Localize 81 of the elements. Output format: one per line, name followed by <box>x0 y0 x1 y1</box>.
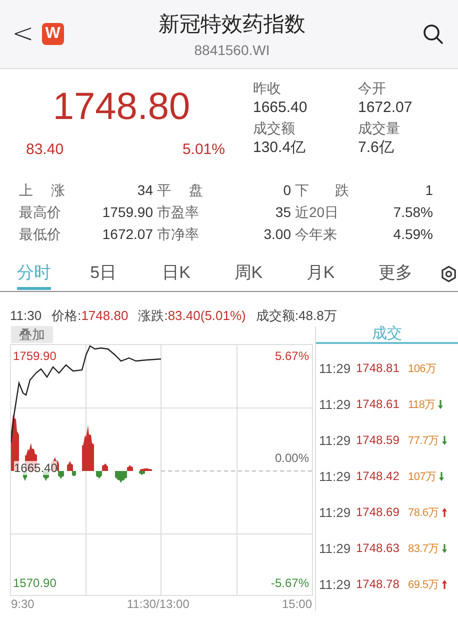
back-button[interactable]: < <box>12 19 34 49</box>
trade-price: 1748.63 <box>356 541 400 555</box>
axis-label: 1759.90 <box>13 349 56 363</box>
stat-label: 最高价 <box>19 203 62 221</box>
summary-label: 成交额 <box>253 119 296 138</box>
axis-label: -5.67% <box>270 576 309 590</box>
stat-value: 34 <box>136 181 154 199</box>
trade-price: 1748.59 <box>356 433 400 447</box>
current-price: 1748.80 <box>52 85 192 129</box>
trade-volume: 77.7万 <box>408 434 439 448</box>
chart-tab[interactable]: 月K <box>306 258 378 290</box>
axis-label: 5.67% <box>274 349 309 363</box>
percent-change: 5.01% <box>182 141 225 158</box>
down-arrow-icon <box>440 434 448 446</box>
stat-label: 上涨 <box>19 181 65 199</box>
stat-label: 市盈率 <box>157 203 200 221</box>
summary-value: 1672.07 <box>358 98 414 117</box>
index-code: 8841560.WI <box>194 42 270 58</box>
trade-volume: 78.6万 <box>408 506 439 520</box>
axis-label: 1570.90 <box>13 576 56 590</box>
overlay-button[interactable]: 叠加 <box>11 326 53 343</box>
trade-volume: 106万 <box>408 362 436 376</box>
time-label: 11:30 <box>10 308 42 324</box>
time-label: 9:30 <box>11 597 34 611</box>
axis-label: 1665.40 <box>14 461 58 475</box>
time-label: 11:30/13:00 <box>126 597 190 611</box>
summary-value: 1665.40 <box>253 98 308 117</box>
price-change: 83.40 <box>26 141 64 158</box>
chart-tab[interactable]: 更多 <box>378 258 450 290</box>
stat-value: 0 <box>282 181 292 199</box>
stat-label: 最低价 <box>19 225 62 243</box>
trade-volume: 83.7万 <box>408 542 439 556</box>
search-icon[interactable] <box>422 23 444 45</box>
stat-value: 1759.90 <box>101 203 154 221</box>
page-title: 新冠特效药指数 <box>158 12 306 38</box>
trade-time: 11:29 <box>319 360 352 376</box>
stat-label: 平盘 <box>157 181 203 199</box>
summary-label: 成交量 <box>358 119 401 138</box>
chart-tab[interactable]: 周K <box>234 258 306 290</box>
trade-time: 11:29 <box>319 396 352 412</box>
trade-price: 1748.78 <box>356 577 400 591</box>
down-arrow-icon <box>438 470 446 482</box>
app-logo: W <box>42 23 64 45</box>
trade-volume: 107万 <box>408 470 436 484</box>
stat-label: 近20日 <box>295 203 340 221</box>
summary-label: 昨收 <box>253 79 282 98</box>
trade-time: 11:29 <box>319 576 352 592</box>
trade-price: 1748.42 <box>356 469 400 483</box>
price-info: 价格:1748.80 <box>52 308 128 324</box>
amount-info: 成交额:48.8万 <box>256 308 337 324</box>
summary-value: 7.6亿 <box>358 138 395 157</box>
trade-time: 11:29 <box>319 468 352 484</box>
time-label: 15:00 <box>282 597 312 611</box>
stat-label: 市净率 <box>157 225 200 243</box>
up-arrow-icon <box>440 578 448 590</box>
trade-time: 11:29 <box>319 540 352 556</box>
change-info: 涨跌:83.40(5.01%) <box>138 308 246 324</box>
down-arrow-icon <box>440 542 448 554</box>
summary-value: 130.4亿 <box>253 138 307 157</box>
trade-time: 11:29 <box>319 432 352 448</box>
stat-value: 4.59% <box>392 225 434 243</box>
chart-tab[interactable]: 日K <box>162 258 234 290</box>
stat-value: 1672.07 <box>101 225 154 243</box>
trade-price: 1748.81 <box>356 361 400 375</box>
down-arrow-icon <box>437 398 444 410</box>
summary-label: 今开 <box>358 79 387 98</box>
stat-value: 3.00 <box>262 225 292 243</box>
trade-volume: 118万 <box>408 398 436 412</box>
trade-price: 1748.69 <box>356 505 400 519</box>
stat-label: 下跌 <box>295 181 349 199</box>
trade-time: 11:29 <box>319 504 352 520</box>
up-arrow-icon <box>440 506 448 518</box>
settings-icon[interactable] <box>440 265 458 283</box>
stat-value: 7.58% <box>392 203 434 221</box>
trade-price: 1748.61 <box>356 397 400 411</box>
stat-value: 35 <box>274 203 292 221</box>
axis-label: 0.00% <box>274 451 309 465</box>
stat-value: 1 <box>424 181 434 199</box>
chart-tab[interactable]: 5日 <box>90 258 162 290</box>
stat-label: 今年来 <box>295 225 338 243</box>
trade-volume: 69.5万 <box>408 578 439 592</box>
